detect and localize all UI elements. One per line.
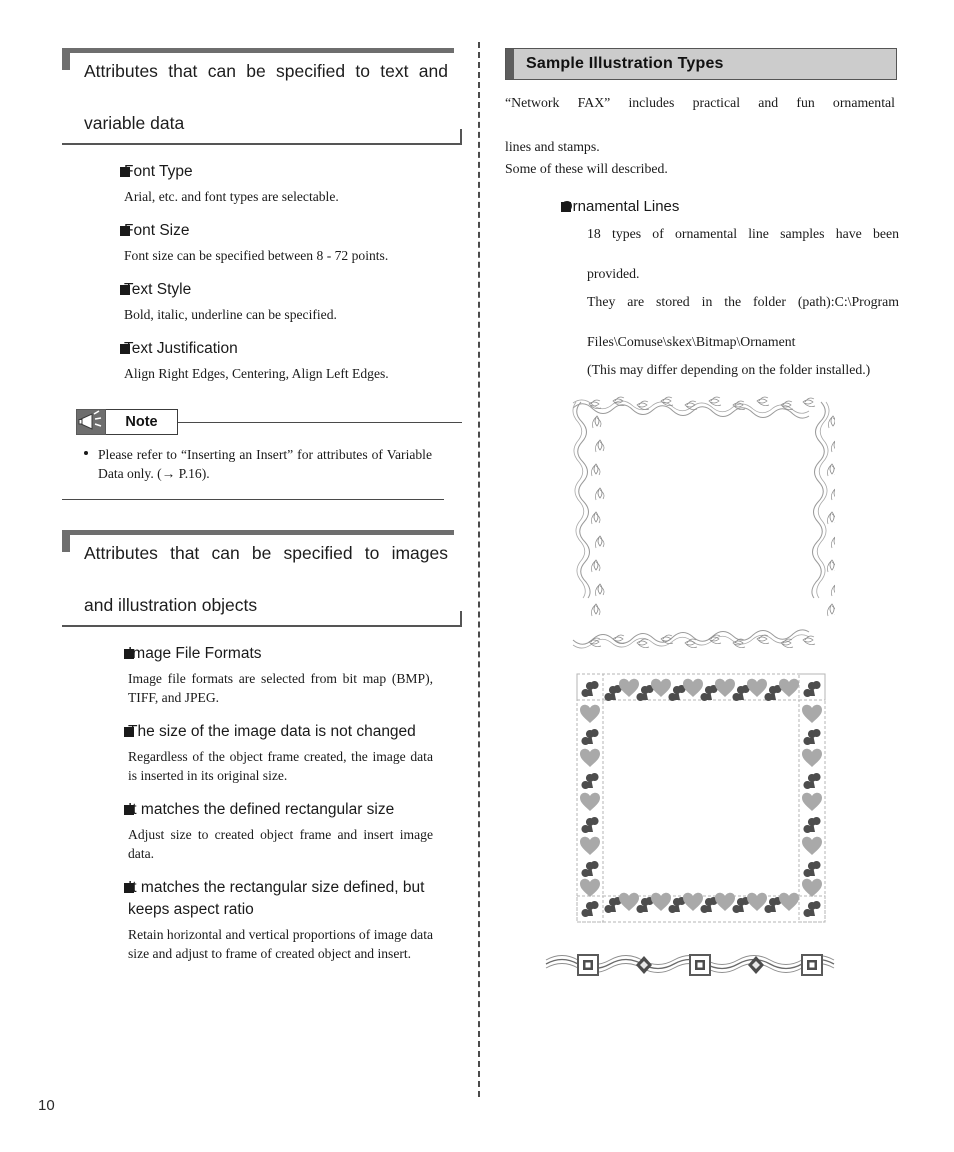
item-title: Text Style — [124, 281, 192, 298]
p2-line2: Files\Comuse\skex\Bitmap\Ornament — [587, 334, 796, 349]
heading-top-rule — [62, 530, 454, 535]
paragraph-1: 18 types of ornamental line samples have… — [587, 224, 899, 284]
page-title: Sample Illustration Types — [526, 55, 724, 72]
item-title: Font Size — [124, 222, 190, 239]
list-item: It matches the defined rectangular size … — [62, 799, 462, 863]
item-title: Font Type — [124, 163, 193, 180]
item-description: Regardless of the object frame created, … — [128, 749, 433, 783]
p1-line2: provided. — [587, 266, 640, 281]
p2-line1: They are stored in the folder (path):C:\… — [587, 294, 899, 309]
document-page: Attributes that can be specified to text… — [0, 0, 954, 1152]
item-title-line1: It matches the rectangular size defined,… — [128, 879, 425, 896]
ornamental-line-wave — [545, 954, 835, 976]
ornamental-frame-vine — [572, 396, 835, 649]
section-heading-text-attributes: Attributes that can be specified to text… — [62, 48, 462, 145]
item-title: Image File Formats — [128, 645, 262, 662]
item-description: Font size can be specified between 8 - 7… — [124, 248, 389, 263]
page-number: 10 — [38, 1097, 55, 1114]
note-header-rule — [178, 422, 462, 423]
item-title: Ornamental Lines — [561, 198, 680, 215]
list-item: The size of the image data is not change… — [62, 721, 462, 785]
list-item-ornamental-lines: Ornamental Lines 18 types of ornamental … — [505, 196, 899, 380]
square-bullet-icon — [561, 202, 571, 212]
square-bullet-icon — [120, 344, 130, 354]
item-title: It matches the rectangular size defined,… — [128, 877, 462, 921]
list-item: Text Justification Align Right Edges, Ce… — [62, 338, 462, 383]
item-description: Retain horizontal and vertical proportio… — [128, 927, 433, 961]
note-box: Note Please refer to “Inserting an Inser… — [62, 409, 462, 500]
column-divider — [478, 42, 480, 1097]
list-item: It matches the rectangular size defined,… — [62, 877, 462, 963]
ornamental-frame-hearts — [576, 673, 826, 923]
item-title: It matches the defined rectangular size — [128, 801, 395, 818]
right-column: Sample Illustration Types “Network FAX” … — [505, 48, 899, 984]
square-bullet-icon — [124, 883, 134, 893]
item-title: Text Justification — [124, 340, 238, 357]
note-header: Note — [62, 409, 462, 435]
item-description: Arial, etc. and font types are selectabl… — [124, 189, 339, 204]
item-title: The size of the image data is not change… — [128, 723, 416, 740]
item-description: Image file formats are selected from bit… — [128, 671, 433, 705]
list-item: Image File Formats Image file formats ar… — [62, 643, 462, 707]
paragraph-3: (This may differ depending on the folder… — [587, 362, 871, 377]
illustration-samples — [505, 394, 897, 984]
intro-line1: “Network FAX” includes practical and fun… — [505, 95, 895, 110]
square-bullet-icon — [124, 727, 134, 737]
square-bullet-icon — [124, 805, 134, 815]
section-heading-image-attributes: Attributes that can be specified to imag… — [62, 530, 462, 627]
paragraph-2: They are stored in the folder (path):C:\… — [587, 292, 899, 352]
heading-right-bracket — [460, 129, 462, 145]
intro-line2: lines and stamps. — [505, 139, 600, 154]
intro-paragraph: “Network FAX” includes practical and fun… — [505, 92, 895, 180]
square-bullet-icon — [120, 285, 130, 295]
sample-illustration-types-header: Sample Illustration Types — [505, 48, 897, 80]
heading-bottom-rule — [62, 625, 462, 627]
item-description: Adjust size to created object frame and … — [128, 827, 433, 861]
item-description: 18 types of ornamental line samples have… — [587, 224, 899, 380]
item-description: Bold, italic, underline can be specified… — [124, 307, 337, 322]
section2-heading-line1: Attributes that can be specified to imag… — [84, 543, 448, 563]
bullet-icon — [84, 451, 88, 455]
square-bullet-icon — [120, 226, 130, 236]
image-attribute-list: Image File Formats Image file formats ar… — [62, 643, 462, 963]
p1-line1: 18 types of ornamental line samples have… — [587, 226, 899, 241]
note-body: Please refer to “Inserting an Insert” fo… — [84, 445, 432, 483]
heading-top-rule — [62, 48, 454, 53]
note-text: Please refer to “Inserting an Insert” fo… — [98, 447, 432, 481]
square-bullet-icon — [120, 167, 130, 177]
note-label: Note — [106, 409, 178, 435]
item-description: Align Right Edges, Centering, Align Left… — [124, 366, 389, 381]
heading-left-bracket — [62, 530, 70, 552]
item-title-line2: keeps aspect ratio — [128, 901, 254, 918]
heading-bottom-rule — [62, 143, 462, 145]
section2-heading-line2: and illustration objects — [84, 595, 258, 615]
square-bullet-icon — [124, 649, 134, 659]
section1-heading-line2: variable data — [84, 113, 185, 133]
heading-left-bracket — [62, 48, 70, 70]
section1-heading-line1: Attributes that can be specified to text… — [84, 61, 448, 81]
intro-line3: Some of these will described. — [505, 161, 668, 176]
list-item: Font Type Arial, etc. and font types are… — [62, 161, 462, 206]
text-attribute-list: Font Type Arial, etc. and font types are… — [62, 161, 462, 383]
header-left-bar — [506, 49, 514, 79]
left-column: Attributes that can be specified to text… — [62, 48, 462, 963]
list-item: Text Style Bold, italic, underline can b… — [62, 279, 462, 324]
note-bottom-rule — [62, 499, 444, 500]
list-item: Font Size Font size can be specified bet… — [62, 220, 462, 265]
heading-right-bracket — [460, 611, 462, 627]
megaphone-icon — [76, 409, 106, 435]
